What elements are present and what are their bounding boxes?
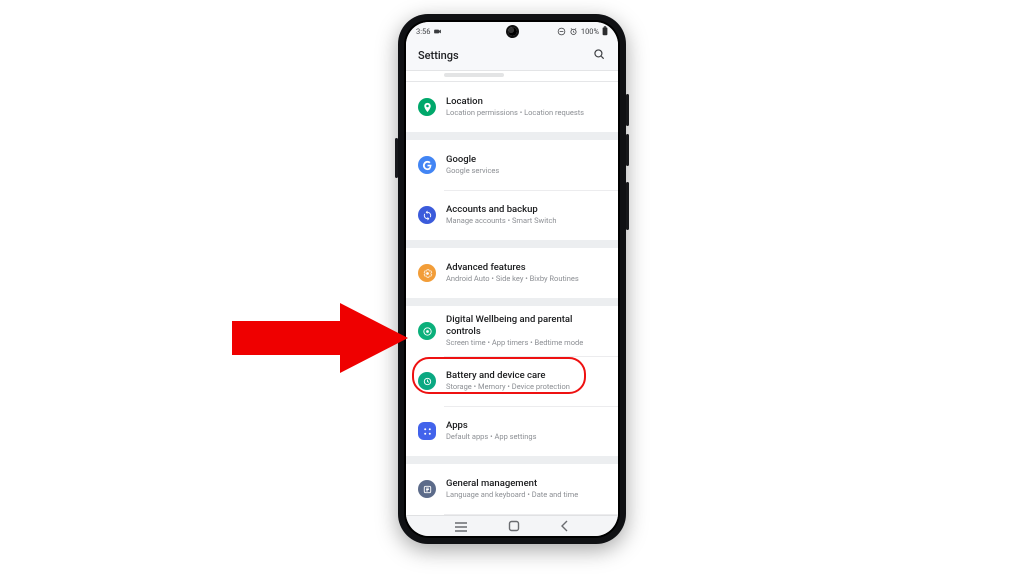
general-icon — [418, 480, 436, 498]
clock: 3:56 — [416, 27, 430, 36]
settings-item-google[interactable]: Google Google services — [406, 140, 618, 190]
item-subtitle: Google services — [446, 166, 606, 176]
page-title: Settings — [418, 49, 459, 62]
front-camera — [508, 27, 517, 36]
item-title: Apps — [446, 420, 606, 431]
location-icon — [418, 98, 436, 116]
item-subtitle: Location permissions • Location requests — [446, 108, 606, 118]
item-title: Digital Wellbeing and parental controls — [446, 314, 606, 337]
callout-arrow — [232, 299, 408, 377]
settings-list[interactable]: Location Location permissions • Location… — [406, 71, 618, 515]
battery-icon — [602, 26, 608, 36]
screen: 3:56 100% — [406, 22, 618, 536]
item-subtitle: Storage • Memory • Device protection — [446, 382, 606, 392]
navigation-bar — [406, 515, 618, 536]
item-subtitle: Screen time • App timers • Bedtime mode — [446, 338, 606, 348]
phone-frame: 3:56 100% — [398, 14, 626, 544]
settings-header: Settings — [406, 40, 618, 71]
wellbeing-icon — [418, 322, 436, 340]
item-subtitle: Default apps • App settings — [446, 432, 606, 442]
home-button[interactable] — [508, 517, 520, 536]
alarm-icon — [569, 27, 578, 36]
item-title: General management — [446, 478, 606, 489]
item-title: Advanced features — [446, 262, 606, 273]
back-button[interactable] — [560, 517, 570, 536]
settings-item-apps[interactable]: Apps Default apps • App settings — [406, 406, 618, 456]
camera-indicator-icon — [433, 27, 442, 36]
settings-item-advanced[interactable]: Advanced features Android Auto • Side ke… — [406, 248, 618, 298]
item-title: Battery and device care — [446, 370, 606, 381]
item-subtitle: Language and keyboard • Date and time — [446, 490, 606, 500]
advanced-icon — [418, 264, 436, 282]
item-subtitle: Manage accounts • Smart Switch — [446, 216, 606, 226]
item-title: Google — [446, 154, 606, 165]
settings-item-accessibility[interactable]: Accessibility — [406, 514, 618, 515]
list-item[interactable] — [406, 71, 618, 82]
search-icon[interactable] — [592, 46, 606, 65]
dnd-icon — [557, 27, 566, 36]
settings-item-accounts[interactable]: Accounts and backup Manage accounts • Sm… — [406, 190, 618, 240]
apps-icon — [418, 422, 436, 440]
item-subtitle: Android Auto • Side key • Bixby Routines — [446, 274, 606, 284]
settings-item-wellbeing[interactable]: Digital Wellbeing and parental controls … — [406, 306, 618, 356]
settings-item-battery[interactable]: Battery and device care Storage • Memory… — [406, 356, 618, 406]
device-care-icon — [418, 372, 436, 390]
settings-item-location[interactable]: Location Location permissions • Location… — [406, 82, 618, 132]
item-title: Accounts and backup — [446, 204, 606, 215]
settings-item-general[interactable]: General management Language and keyboard… — [406, 464, 618, 514]
battery-percentage: 100% — [581, 27, 599, 36]
sync-icon — [418, 206, 436, 224]
google-icon — [418, 156, 436, 174]
recents-button[interactable] — [454, 517, 468, 536]
item-title: Location — [446, 96, 606, 107]
